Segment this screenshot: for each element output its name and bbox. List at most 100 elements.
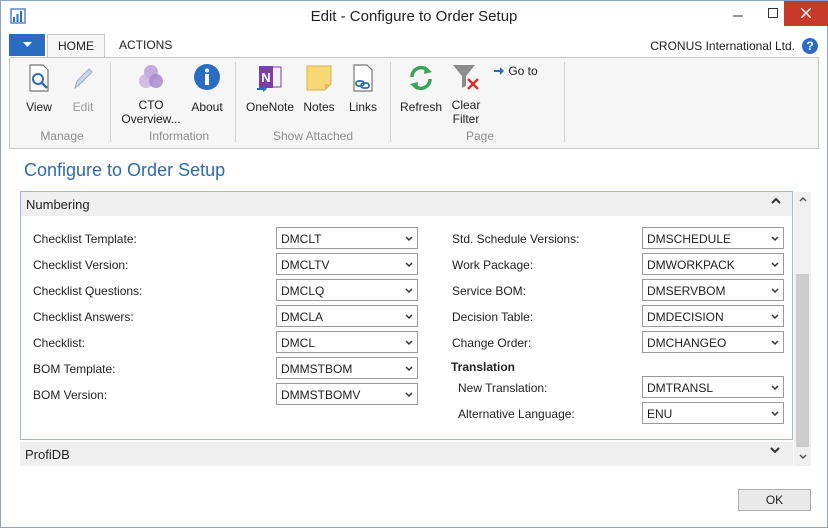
chevron-down-icon[interactable]: [771, 313, 779, 321]
field-value: DMCL: [281, 336, 316, 350]
checklist-field[interactable]: DMCL: [276, 331, 418, 353]
onenote-label: OneNote: [245, 100, 295, 114]
field-label: Service BOM:: [452, 284, 527, 298]
company-name: CRONUS International Ltd.: [650, 39, 795, 53]
chevron-down-icon[interactable]: [405, 261, 413, 269]
page-title: Configure to Order Setup: [24, 160, 226, 180]
chevron-down-icon[interactable]: [405, 235, 413, 243]
close-icon: [800, 7, 812, 19]
chevron-down-icon[interactable]: [770, 446, 780, 454]
field-value: DMDECISION: [647, 310, 724, 324]
chevron-down-icon[interactable]: [771, 339, 779, 347]
chevron-down-icon[interactable]: [405, 287, 413, 295]
clear-filter-button[interactable]: Clear Filter: [446, 62, 486, 126]
bom-template-field[interactable]: DMMSTBOM: [276, 357, 418, 379]
cto-overview-button[interactable]: CTO Overview...: [118, 62, 184, 126]
checklist-answers-field[interactable]: DMCLA: [276, 305, 418, 327]
link-icon: [353, 64, 373, 92]
minimize-icon: [733, 15, 743, 17]
pencil-icon: [74, 68, 93, 90]
field-label: Work Package:: [452, 258, 534, 272]
refresh-icon: [410, 65, 432, 91]
field-value: DMCLA: [281, 310, 324, 324]
dropdown-arrow-icon: [22, 42, 32, 47]
vertical-scrollbar[interactable]: [794, 192, 811, 466]
chevron-down-icon[interactable]: [405, 339, 413, 347]
field-value: DMCHANGEO: [647, 336, 727, 350]
checklist-template-field[interactable]: DMCLT: [276, 227, 418, 249]
fasttab-header-numbering[interactable]: Numbering: [21, 192, 792, 216]
about-label: About: [191, 100, 223, 114]
scroll-up-button[interactable]: [794, 192, 811, 208]
clear-filter-label-1: Clear: [451, 98, 481, 112]
checklist-questions-field[interactable]: DMCLQ: [276, 279, 418, 301]
chevron-down-icon[interactable]: [405, 391, 413, 399]
group-label-show-attached: Show Attached: [272, 129, 354, 143]
chevron-up-icon[interactable]: [771, 197, 781, 205]
field-value: DMCLT: [281, 232, 322, 246]
field-value: DMCLQ: [281, 284, 325, 298]
service-bom-field[interactable]: DMSERVBOM: [642, 279, 784, 301]
ribbon: View Edit Manage CTO Overview... About I…: [9, 57, 819, 149]
chevron-down-icon[interactable]: [771, 261, 779, 269]
view-button[interactable]: View: [18, 62, 60, 114]
group-label-page: Page: [465, 129, 495, 143]
window-title: Edit - Configure to Order Setup: [310, 8, 518, 25]
field-label: BOM Template:: [33, 362, 116, 376]
dialog-window: Edit - Configure to Order Setup HOME ACT…: [0, 0, 828, 528]
fasttab-profidb[interactable]: ProfiDB: [20, 442, 793, 466]
chevron-down-icon[interactable]: [405, 313, 413, 321]
decision-table-field[interactable]: DMDECISION: [642, 305, 784, 327]
goto-button[interactable]: Go to: [493, 64, 545, 78]
edit-label: Edit: [72, 100, 94, 114]
chevron-down-icon[interactable]: [771, 287, 779, 295]
chevron-down-icon[interactable]: [405, 365, 413, 373]
help-icon[interactable]: ?: [802, 38, 818, 54]
notes-button[interactable]: Notes: [300, 62, 338, 114]
alternative-language-field[interactable]: ENU: [642, 402, 784, 424]
title-bar: Edit - Configure to Order Setup: [1, 1, 828, 32]
fasttab-title: Numbering: [26, 197, 90, 212]
notes-label: Notes: [303, 100, 335, 114]
chevron-down-icon[interactable]: [771, 384, 779, 392]
svg-text:N: N: [261, 70, 270, 85]
change-order-field[interactable]: DMCHANGEO: [642, 331, 784, 353]
scrollbar-thumb[interactable]: [796, 274, 809, 447]
tab-actions[interactable]: ACTIONS: [109, 34, 182, 58]
ok-button[interactable]: OK: [738, 489, 811, 511]
onenote-icon: N: [257, 66, 282, 92]
about-button[interactable]: About: [186, 62, 228, 114]
ribbon-separator: [110, 62, 111, 142]
field-label: Checklist Answers:: [33, 310, 134, 324]
fasttab-title: ProfiDB: [25, 447, 70, 462]
links-button[interactable]: Links: [344, 62, 382, 114]
ribbon-separator: [235, 62, 236, 142]
refresh-button[interactable]: Refresh: [398, 62, 444, 114]
bom-version-field[interactable]: DMMSTBOMV: [276, 383, 418, 405]
checklist-version-field[interactable]: DMCLTV: [276, 253, 418, 275]
field-value: DMWORKPACK: [647, 258, 735, 272]
chevron-down-icon[interactable]: [771, 235, 779, 243]
group-label-information: Information: [148, 129, 210, 143]
fasttab-numbering: Numbering Checklist Template: DMCLT Chec…: [20, 191, 793, 440]
close-button[interactable]: [784, 1, 828, 26]
field-label: New Translation:: [458, 381, 548, 395]
std-schedule-versions-field[interactable]: DMSCHEDULE: [642, 227, 784, 249]
application-menu-button[interactable]: [9, 34, 45, 56]
view-label: View: [26, 100, 52, 114]
field-value: DMMSTBOM: [281, 362, 353, 376]
field-value: DMSCHEDULE: [647, 232, 732, 246]
ribbon-separator: [564, 62, 565, 142]
edit-button[interactable]: Edit: [64, 62, 102, 114]
translation-heading: Translation: [451, 360, 516, 374]
new-translation-field[interactable]: DMTRANSL: [642, 376, 784, 398]
tab-home[interactable]: HOME: [47, 34, 105, 58]
scroll-down-button[interactable]: [794, 450, 811, 466]
field-label: Checklist Questions:: [33, 284, 143, 298]
work-package-field[interactable]: DMWORKPACK: [642, 253, 784, 275]
clear-filter-icon: [453, 65, 479, 90]
minimize-button[interactable]: [721, 1, 755, 26]
onenote-button[interactable]: N OneNote: [243, 62, 297, 114]
field-label: Change Order:: [452, 336, 532, 350]
chevron-down-icon[interactable]: [771, 410, 779, 418]
